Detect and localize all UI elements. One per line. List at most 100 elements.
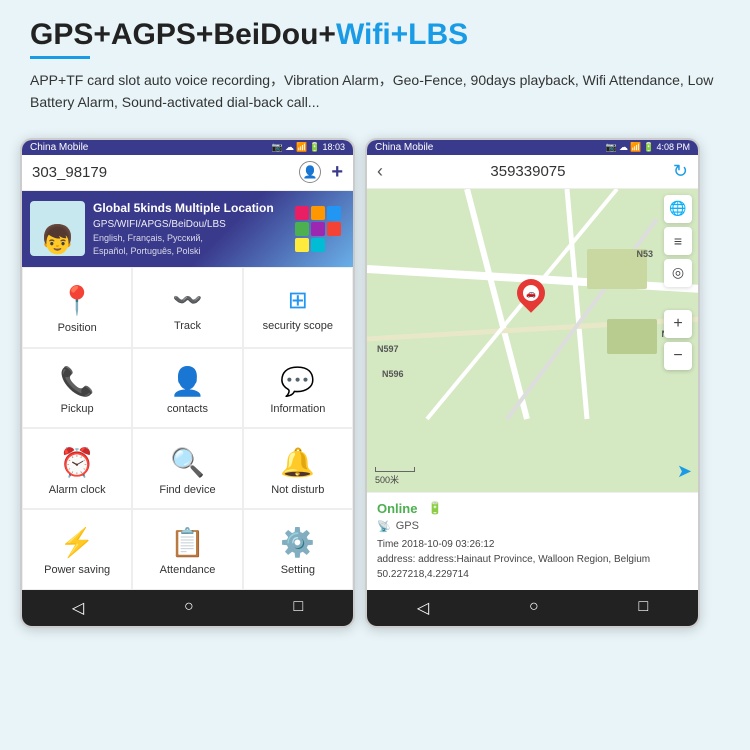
- menu-label-pickup: Pickup: [61, 403, 94, 415]
- phone2-nav-bar: ◁ ○ □: [367, 590, 698, 626]
- menu-item-attendance[interactable]: 📋 Attendance: [132, 509, 242, 590]
- menu-label-notdisturb: Not disturb: [271, 484, 324, 496]
- find-icon: 🔍: [170, 446, 205, 479]
- phones-row: China Mobile 📷 ☁ 📶 🔋 18:03 303_98179 👤 +…: [0, 138, 750, 628]
- phone1-time: 18:03: [322, 142, 345, 152]
- phone1-status-bar: China Mobile 📷 ☁ 📶 🔋 18:03: [22, 140, 353, 155]
- power-icon: ⚡: [60, 526, 95, 559]
- banner-title: Global 5kinds Multiple Location: [93, 199, 274, 217]
- menu-item-find[interactable]: 🔍 Find device: [132, 428, 242, 509]
- phone1: China Mobile 📷 ☁ 📶 🔋 18:03 303_98179 👤 +…: [20, 138, 355, 628]
- back-button[interactable]: ◁: [72, 598, 84, 618]
- phone2-home-button[interactable]: ○: [529, 598, 539, 618]
- menu-item-position[interactable]: 📍 Position: [22, 267, 132, 348]
- banner: 👦 Global 5kinds Multiple Location GPS/WI…: [22, 191, 353, 267]
- security-icon: ⊞: [288, 286, 308, 315]
- phone2-recents-button[interactable]: □: [638, 598, 648, 618]
- phone1-status-icons: 📷 ☁ 📶 🔋 18:03: [272, 142, 345, 153]
- map-label-n596: N596: [382, 369, 404, 379]
- info-status-row: Online 🔋: [377, 501, 688, 516]
- info-time: Time 2018-10-09 03:26:12: [377, 537, 688, 552]
- banner-image: 👦: [30, 201, 85, 256]
- menu-item-contacts[interactable]: 👤 contacts: [132, 348, 242, 429]
- banner-text: Global 5kinds Multiple Location GPS/WIFI…: [93, 199, 274, 259]
- menu-item-pickup[interactable]: 📞 Pickup: [22, 348, 132, 429]
- headline-underline: [30, 56, 90, 59]
- home-button[interactable]: ○: [184, 598, 194, 618]
- phone1-device-id: 303_98179: [32, 164, 107, 181]
- setting-icon: ⚙️: [280, 526, 315, 559]
- menu-item-setting[interactable]: ⚙️ Setting: [243, 509, 353, 590]
- menu-label-attendance: Attendance: [160, 564, 216, 576]
- menu-grid: 📍 Position 〰️ Track ⊞ security scope 📞 P…: [22, 267, 353, 590]
- refresh-icon[interactable]: ↻: [673, 161, 688, 182]
- menu-item-security[interactable]: ⊞ security scope: [243, 267, 353, 348]
- user-icon[interactable]: 👤: [299, 161, 321, 183]
- phone2-carrier: China Mobile: [375, 142, 433, 153]
- menu-label-alarm: Alarm clock: [49, 484, 106, 496]
- menu-label-power: Power saving: [44, 564, 110, 576]
- pickup-icon: 📞: [60, 365, 95, 398]
- globe-icon[interactable]: 🌐: [664, 195, 692, 223]
- headline-part1: GPS+AGPS+BeiDou+: [30, 18, 336, 51]
- info-panel: Online 🔋 📡 GPS Time 2018-10-09 03:26:12 …: [367, 492, 698, 590]
- gps-row: 📡 GPS: [377, 520, 688, 533]
- phone1-header-icons: 👤 +: [299, 161, 343, 184]
- top-section: GPS+AGPS+BeiDou+Wifi+LBS APP+TF card slo…: [0, 0, 750, 138]
- battery-icon: 🔋: [427, 501, 442, 515]
- menu-label-contacts: contacts: [167, 403, 208, 415]
- menu-item-alarm[interactable]: ⏰ Alarm clock: [22, 428, 132, 509]
- online-badge: Online: [377, 501, 417, 516]
- map-area: N597 N596 N53 N53 🚗 + − 🌐 ≡ ◎: [367, 189, 698, 492]
- gps-label: GPS: [396, 520, 419, 532]
- banner-langs: English, Français, Русский,Español, Port…: [93, 232, 274, 259]
- map-svg: [367, 189, 698, 492]
- add-icon[interactable]: +: [331, 161, 343, 184]
- headline: GPS+AGPS+BeiDou+Wifi+LBS: [30, 18, 720, 52]
- menu-label-track: Track: [174, 320, 201, 332]
- zoom-in-button[interactable]: +: [664, 310, 692, 338]
- menu-item-notdisturb[interactable]: 🔔 Not disturb: [243, 428, 353, 509]
- position-icon: 📍: [60, 284, 95, 317]
- map-label-n597: N597: [377, 344, 399, 354]
- menu-label-setting: Setting: [281, 564, 315, 576]
- information-icon: 💬: [280, 365, 315, 398]
- map-controls: + −: [664, 310, 692, 370]
- menu-label-security: security scope: [263, 320, 333, 332]
- menu-item-track[interactable]: 〰️ Track: [132, 267, 242, 348]
- phone1-header: 303_98179 👤 +: [22, 155, 353, 191]
- right-panel: 🌐 ≡ ◎: [664, 195, 692, 287]
- back-arrow-icon[interactable]: ‹: [377, 161, 383, 182]
- notdisturb-icon: 🔔: [280, 446, 315, 479]
- compass-icon[interactable]: ➤: [677, 461, 692, 482]
- phone2-device-id: 359339075: [490, 163, 565, 180]
- map-scale: 500米: [375, 467, 415, 486]
- menu-item-information[interactable]: 💬 Information: [243, 348, 353, 429]
- headline-part2: Wifi+LBS: [336, 18, 468, 51]
- map-marker: 🚗: [511, 273, 551, 313]
- zoom-out-button[interactable]: −: [664, 342, 692, 370]
- banner-subtitle: GPS/WIFI/APGS/BeiDou/LBS: [93, 217, 274, 232]
- alarm-icon: ⏰: [60, 446, 95, 479]
- target-icon[interactable]: ◎: [664, 259, 692, 287]
- track-icon: 〰️: [173, 286, 203, 315]
- phone2: China Mobile 📷 ☁ 📶 🔋 4:08 PM ‹ 359339075…: [365, 138, 700, 628]
- banner-decoration: [295, 206, 345, 252]
- map-marker-container: 🚗: [517, 279, 545, 307]
- phone2-status-bar: China Mobile 📷 ☁ 📶 🔋 4:08 PM: [367, 140, 698, 155]
- attendance-icon: 📋: [170, 526, 205, 559]
- info-address: address: address:Hainaut Province, Wallo…: [377, 552, 688, 582]
- layers-icon[interactable]: ≡: [664, 227, 692, 255]
- menu-item-power[interactable]: ⚡ Power saving: [22, 509, 132, 590]
- contacts-icon: 👤: [170, 365, 205, 398]
- phone1-nav-bar: ◁ ○ □: [22, 590, 353, 626]
- phone2-time: 4:08 PM: [656, 142, 690, 152]
- phone2-status-icons: 📷 ☁ 📶 🔋 4:08 PM: [606, 142, 690, 153]
- phone1-carrier: China Mobile: [30, 142, 88, 153]
- phone2-back-button[interactable]: ◁: [417, 598, 429, 618]
- recents-button[interactable]: □: [293, 598, 303, 618]
- phone2-header: ‹ 359339075 ↻: [367, 155, 698, 189]
- subtitle: APP+TF card slot auto voice recording，Vi…: [30, 69, 720, 114]
- menu-label-position: Position: [58, 322, 97, 334]
- satellite-icon: 📡: [377, 520, 391, 533]
